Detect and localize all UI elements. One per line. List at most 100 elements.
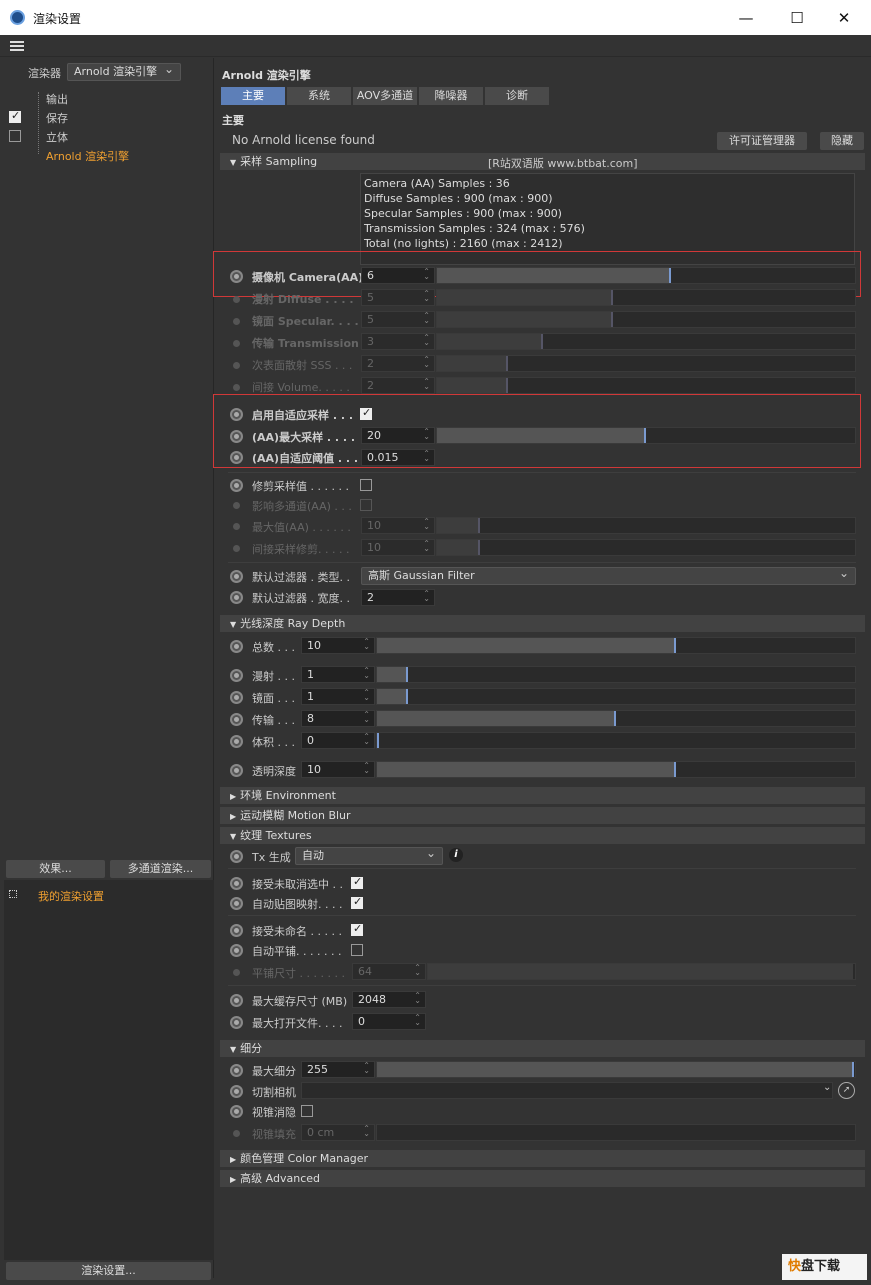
tree-item-arnold[interactable]: Arnold 渲染引擎 <box>46 148 129 164</box>
anim-radio[interactable] <box>230 479 243 492</box>
max-open-files-input[interactable]: 0 <box>352 1013 426 1030</box>
tree-item-save[interactable]: 保存 <box>46 110 68 126</box>
pick-cursor-icon[interactable]: ➚ <box>838 1082 855 1099</box>
clamp-checkbox[interactable] <box>360 479 372 491</box>
sample-slider[interactable] <box>436 267 856 284</box>
renderer-dropdown[interactable]: Arnold 渲染引擎 <box>67 61 181 81</box>
tab-main[interactable]: 主要 <box>221 87 285 105</box>
my-render-settings[interactable]: 我的渲染设置 <box>38 888 104 904</box>
tab-diagnostics[interactable]: 诊断 <box>485 87 549 105</box>
hide-button[interactable]: 隐藏 <box>820 132 864 150</box>
slider-handle[interactable] <box>852 1062 854 1077</box>
accept-untiled-checkbox[interactable] <box>351 922 363 936</box>
chevron-down-icon[interactable]: ⌄ <box>823 1082 833 1099</box>
anim-radio[interactable] <box>230 924 243 937</box>
anim-radio[interactable] <box>230 944 243 957</box>
save-checkbox[interactable] <box>9 109 21 123</box>
ray-depth-input[interactable]: 1 <box>301 688 375 705</box>
anim-radio[interactable] <box>230 669 243 682</box>
anim-radio[interactable] <box>230 735 243 748</box>
environment-section-header[interactable]: ▶ 环境 Environment <box>220 787 865 804</box>
aa-max-input[interactable]: 20 <box>361 427 435 444</box>
filter-width-input[interactable]: 2 <box>361 589 435 606</box>
max-subdiv-input[interactable]: 255 <box>301 1061 375 1078</box>
ray-depth-slider[interactable] <box>376 688 856 705</box>
anim-radio[interactable] <box>230 570 243 583</box>
ray-depth-slider[interactable] <box>376 732 856 749</box>
anim-radio[interactable] <box>230 408 243 421</box>
auto-mapping-checkbox[interactable] <box>351 895 363 909</box>
ray-depth-slider[interactable] <box>376 761 856 778</box>
anim-radio[interactable] <box>230 691 243 704</box>
aa-max-slider[interactable] <box>436 427 856 444</box>
anim-radio[interactable] <box>230 270 243 283</box>
subdivision-section-header[interactable]: ▼ 细分 <box>220 1040 865 1057</box>
anim-radio[interactable] <box>230 897 243 910</box>
ray-depth-slider[interactable] <box>376 710 856 727</box>
max-subdiv-label: 最大细分 <box>252 1065 296 1078</box>
advanced-section-header[interactable]: ▶ 高级 Advanced <box>220 1170 865 1187</box>
motion-blur-section-header[interactable]: ▶ 运动模糊 Motion Blur <box>220 807 865 824</box>
ray-depth-input[interactable]: 1 <box>301 666 375 683</box>
filter-type-dropdown[interactable]: 高斯 Gaussian Filter <box>361 565 856 585</box>
textures-section-header[interactable]: ▼ 纹理 Textures <box>220 827 865 844</box>
tree-item-output[interactable]: 输出 <box>46 91 68 107</box>
slider-handle[interactable] <box>377 733 379 748</box>
license-manager-button[interactable]: 许可证管理器 <box>717 132 807 150</box>
frustum-culling-checkbox[interactable] <box>301 1105 313 1117</box>
tab-system[interactable]: 系统 <box>287 87 351 105</box>
sample-input[interactable]: 6 <box>361 267 435 284</box>
anim-radio[interactable] <box>230 1016 243 1029</box>
maximize-button[interactable]: ☐ <box>777 5 817 31</box>
anim-radio[interactable] <box>230 877 243 890</box>
ray-depth-input[interactable]: 10 <box>301 761 375 778</box>
dicing-camera-field[interactable] <box>301 1082 833 1099</box>
aa-threshold-input[interactable]: 0.015 <box>361 449 435 466</box>
hamburger-menu-icon[interactable] <box>10 41 24 51</box>
tab-aov[interactable]: AOV多通道 <box>353 87 417 105</box>
anim-radio[interactable] <box>230 1105 243 1118</box>
ray-depth-input[interactable]: 10 <box>301 637 375 654</box>
ray-depth-slider[interactable] <box>376 666 856 683</box>
ray-depth-section-header[interactable]: ▼ 光线深度 Ray Depth <box>220 615 865 632</box>
info-icon[interactable]: i <box>449 848 463 862</box>
slider-fill <box>377 667 407 682</box>
adaptive-enable-checkbox[interactable] <box>360 406 372 420</box>
anim-radio[interactable] <box>230 994 243 1007</box>
anim-radio[interactable] <box>230 1085 243 1098</box>
anim-radio[interactable] <box>230 640 243 653</box>
ray-depth-input[interactable]: 8 <box>301 710 375 727</box>
slider-handle[interactable] <box>406 689 408 704</box>
effects-button[interactable]: 效果... <box>6 860 105 878</box>
anim-radio[interactable] <box>230 430 243 443</box>
slider-handle[interactable] <box>669 268 671 283</box>
anim-radio[interactable] <box>230 1064 243 1077</box>
anim-radio[interactable] <box>230 764 243 777</box>
slider-handle[interactable] <box>674 638 676 653</box>
tx-generate-dropdown[interactable]: 自动 <box>295 845 443 865</box>
slider-handle[interactable] <box>644 428 646 443</box>
ray-depth-slider[interactable] <box>376 637 856 654</box>
max-subdiv-slider[interactable] <box>376 1061 856 1078</box>
accept-unmipped-checkbox[interactable] <box>351 875 363 889</box>
slider-handle[interactable] <box>406 667 408 682</box>
color-manager-section-header[interactable]: ▶ 颜色管理 Color Manager <box>220 1150 865 1167</box>
slider-handle[interactable] <box>614 711 616 726</box>
stereo-checkbox[interactable] <box>9 130 21 142</box>
render-settings-button[interactable]: 渲染设置... <box>6 1262 211 1280</box>
anim-radio[interactable] <box>230 451 243 464</box>
ray-depth-input[interactable]: 0 <box>301 732 375 749</box>
separator <box>228 562 856 563</box>
auto-tile-checkbox[interactable] <box>351 944 363 956</box>
minimize-button[interactable]: — <box>726 5 766 31</box>
slider-handle[interactable] <box>674 762 676 777</box>
watermark-text: [R站双语版 www.btbat.com] <box>488 157 638 170</box>
close-button[interactable]: ✕ <box>824 5 864 31</box>
anim-radio[interactable] <box>230 591 243 604</box>
max-cache-input[interactable]: 2048 <box>352 991 426 1008</box>
tree-item-stereo[interactable]: 立体 <box>46 129 68 145</box>
anim-radio[interactable] <box>230 713 243 726</box>
anim-radio[interactable] <box>230 850 243 863</box>
tab-denoiser[interactable]: 降噪器 <box>419 87 483 105</box>
multipass-button[interactable]: 多通道渲染... <box>110 860 211 878</box>
